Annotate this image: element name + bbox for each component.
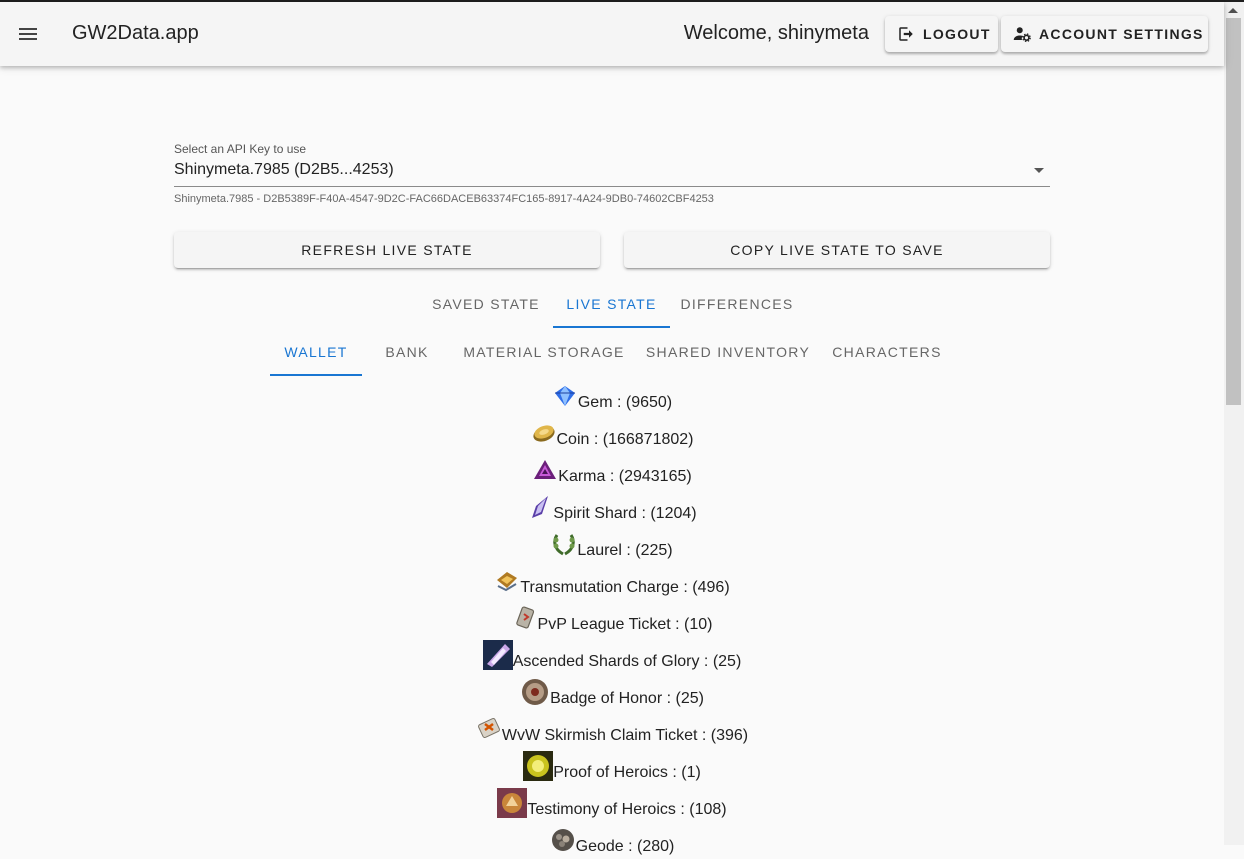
logout-label: LOGOUT: [923, 26, 991, 42]
wallet-item-ascended-shards: Ascended Shards of Glory : (25): [0, 637, 1224, 674]
active-tab-indicator: [270, 374, 362, 376]
wallet-item-text: Testimony of Heroics : (108): [527, 801, 727, 818]
gem-icon: [554, 386, 575, 406]
scrollbar-thumb[interactable]: [1226, 18, 1241, 405]
tab-shared-inventory[interactable]: SHARED INVENTORY: [636, 328, 820, 376]
user-cog-icon: [1013, 27, 1031, 43]
api-key-hint: Shinymeta.7985 - D2B5389F-F40A-4547-9D2C…: [174, 193, 714, 205]
tab-label: WALLET: [284, 344, 348, 360]
refresh-label: REFRESH LIVE STATE: [301, 242, 473, 258]
logout-button[interactable]: LOGOUT: [885, 16, 998, 52]
app-bar: GW2Data.app Welcome, shinymeta LOGOUT AC…: [0, 2, 1224, 66]
tab-label: BANK: [385, 344, 429, 360]
account-settings-button[interactable]: ACCOUNT SETTINGS: [1001, 16, 1208, 52]
geode-icon: [551, 829, 574, 851]
tab-wallet[interactable]: WALLET: [270, 328, 362, 376]
api-key-value: Shinymeta.7985 (D2B5...4253): [174, 161, 394, 178]
wallet-item-skirmish-ticket: WvW Skirmish Claim Ticket : (396): [0, 711, 1224, 748]
wallet-item-text: WvW Skirmish Claim Ticket : (396): [501, 727, 749, 744]
tab-live-state[interactable]: LIVE STATE: [553, 280, 670, 328]
tab-label: LIVE STATE: [566, 296, 657, 312]
api-key-label: Select an API Key to use: [174, 142, 307, 156]
tab-label: DIFFERENCES: [680, 296, 794, 312]
wallet-item-text: Badge of Honor : (25): [550, 690, 704, 707]
karma-icon: [534, 460, 557, 479]
badge-of-honor-icon: [522, 679, 549, 705]
tab-label: SAVED STATE: [432, 296, 540, 312]
wallet-item-spirit-shard: Spirit Shard : (1204): [0, 489, 1224, 526]
proof-of-heroics-icon: [523, 751, 554, 781]
wallet-item-proof-of-heroics: Proof of Heroics : (1): [0, 748, 1224, 785]
wallet-item-text: Ascended Shards of Glory : (25): [512, 653, 742, 670]
tab-characters[interactable]: CHARACTERS: [820, 328, 954, 376]
hamburger-icon: [19, 28, 37, 40]
wallet-item-geode: Geode : (280): [0, 822, 1224, 859]
wallet-item-text: PvP League Ticket : (10): [537, 616, 713, 633]
wallet-item-coin: Coin : (166871802): [0, 415, 1224, 452]
coin-icon: [532, 425, 555, 442]
tab-saved-state[interactable]: SAVED STATE: [420, 280, 552, 328]
wallet-item-text: Coin : (166871802): [556, 431, 694, 448]
laurel-icon: [553, 534, 576, 556]
wallet-item-text: Geode : (280): [575, 838, 675, 855]
ascended-shards-icon: [482, 640, 513, 670]
welcome-text: Welcome, shinymeta: [683, 22, 869, 44]
wallet-item-text: Laurel : (225): [577, 542, 673, 559]
skirmish-ticket-icon: [477, 718, 500, 738]
wallet-item-testimony-of-heroics: Testimony of Heroics : (108): [0, 785, 1224, 822]
copy-label: COPY LIVE STATE TO SAVE: [730, 242, 944, 258]
tab-bank[interactable]: BANK: [362, 328, 452, 376]
wallet-item-gem: Gem : (9650): [0, 378, 1224, 415]
wallet-item-transmutation-charge: Transmutation Charge : (496): [0, 563, 1224, 600]
wallet-item-laurel: Laurel : (225): [0, 526, 1224, 563]
refresh-live-state-button[interactable]: REFRESH LIVE STATE: [174, 232, 600, 268]
tab-differences[interactable]: DIFFERENCES: [670, 280, 804, 328]
app-title[interactable]: GW2Data.app: [72, 22, 199, 45]
copy-live-state-button[interactable]: COPY LIVE STATE TO SAVE: [624, 232, 1050, 268]
wallet-item-text: Transmutation Charge : (496): [520, 579, 730, 596]
api-key-select[interactable]: Shinymeta.7985 (D2B5...4253): [174, 158, 1050, 187]
logout-icon: [899, 27, 913, 41]
tab-label: MATERIAL STORAGE: [463, 344, 625, 360]
wallet-item-text: Proof of Heroics : (1): [553, 764, 701, 781]
tab-label: SHARED INVENTORY: [645, 344, 811, 360]
spirit-shard-icon: [532, 496, 549, 518]
wallet-item-karma: Karma : (2943165): [0, 452, 1224, 489]
tab-label: CHARACTERS: [832, 344, 942, 360]
wallet-item-text: Gem : (9650): [577, 394, 673, 411]
testimony-of-heroics-icon: [497, 788, 528, 818]
wallet-item-badge-of-honor: Badge of Honor : (25): [0, 674, 1224, 711]
wallet-item-text: Spirit Shard : (1204): [553, 505, 697, 522]
scroll-up-arrow-icon[interactable]: [1228, 8, 1238, 13]
pvp-league-ticket-icon: [515, 606, 534, 629]
wallet-item-pvp-league-ticket: PvP League Ticket : (10): [0, 600, 1224, 637]
account-settings-label: ACCOUNT SETTINGS: [1039, 26, 1204, 42]
dropdown-arrow-icon: [1034, 168, 1044, 173]
menu-button[interactable]: [12, 18, 44, 50]
transmutation-charge-icon: [497, 572, 518, 592]
wallet-item-text: Karma : (2943165): [558, 468, 692, 485]
tab-material-storage[interactable]: MATERIAL STORAGE: [452, 328, 636, 376]
